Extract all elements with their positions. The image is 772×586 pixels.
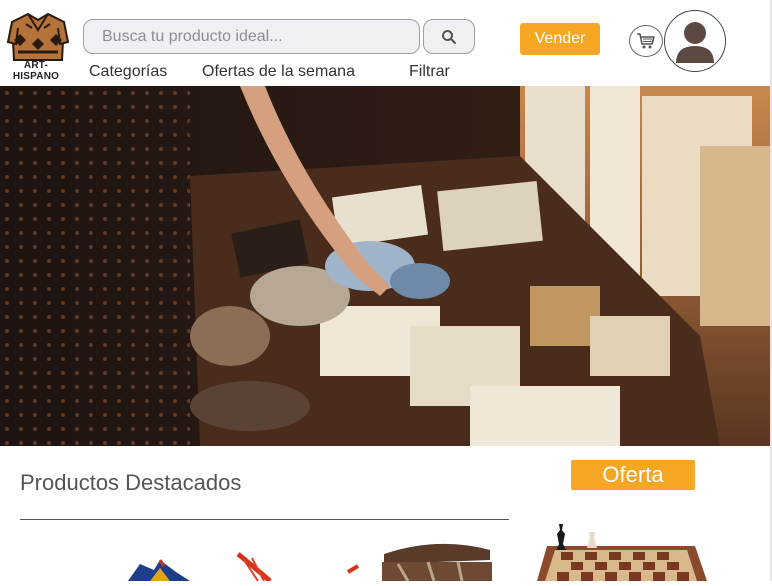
search-button[interactable] (423, 19, 475, 54)
product-image-hammock[interactable] (230, 552, 360, 583)
cart-button[interactable] (629, 25, 663, 57)
search-icon (442, 29, 456, 44)
nav-categorias[interactable]: Categorías (89, 63, 167, 81)
logo-text: ART- HISPANO (12, 60, 60, 82)
product-image-textiles[interactable] (120, 556, 200, 581)
search-input[interactable] (83, 19, 420, 54)
product-image-wooden-chest[interactable] (378, 540, 498, 582)
hero-banner-image (0, 86, 772, 446)
featured-products-title: Productos Destacados (20, 470, 242, 495)
product-image-chess-board[interactable] (535, 522, 710, 581)
featured-divider (20, 519, 509, 520)
cart-icon (637, 33, 655, 49)
nav-filtrar[interactable]: Filtrar (409, 63, 450, 81)
user-avatar-icon[interactable] (664, 10, 726, 72)
sell-button[interactable]: Vender (520, 23, 600, 55)
offer-badge[interactable]: Oferta (571, 460, 695, 490)
nav-ofertas-semana[interactable]: Ofertas de la semana (202, 63, 355, 81)
